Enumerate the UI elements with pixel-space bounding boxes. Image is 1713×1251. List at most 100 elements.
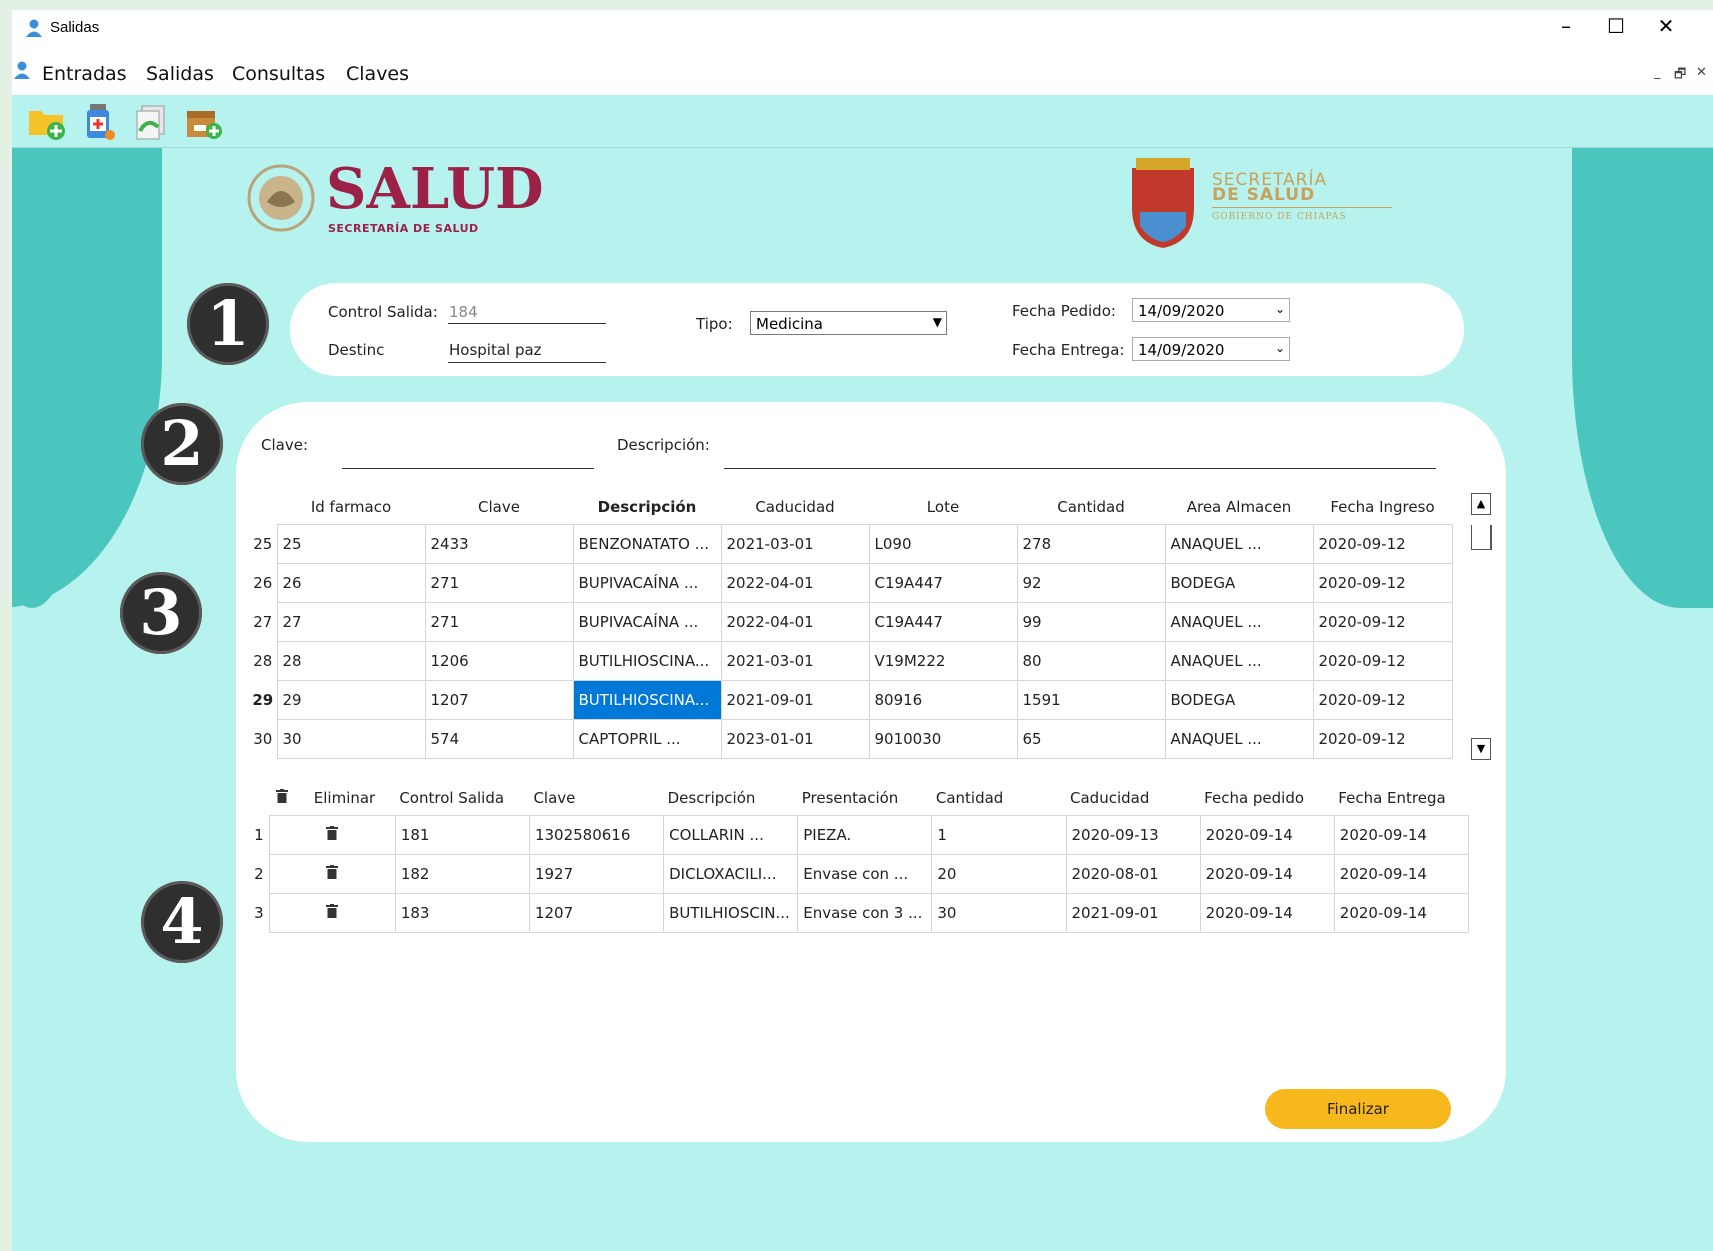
table-cell[interactable]: 2020-08-01: [1065, 854, 1201, 894]
column-header-control-salida[interactable]: Control Salida: [395, 781, 529, 816]
table-cell[interactable]: 80916: [868, 680, 1018, 720]
menu-claves[interactable]: Claves: [346, 63, 409, 85]
table-cell[interactable]: 27: [276, 602, 426, 642]
trash-icon[interactable]: [326, 904, 339, 922]
menu-entradas[interactable]: Entradas: [42, 63, 127, 85]
table-cell[interactable]: CAPTOPRIL ...: [572, 719, 722, 759]
mdi-restore-button[interactable]: 🗗: [1674, 65, 1686, 87]
row-number[interactable]: 29: [249, 681, 277, 720]
table-cell[interactable]: 2021-09-01: [720, 680, 870, 720]
table-cell[interactable]: 2023-01-01: [720, 719, 870, 759]
table-cell[interactable]: 2020-09-13: [1065, 815, 1201, 855]
table-row[interactable]: 2 182 1927 DICLOXACILI... Envase con ... 20 20…: [249, 854, 1470, 894]
row-number[interactable]: 27: [249, 603, 277, 642]
destino-input[interactable]: Hospital paz: [449, 341, 542, 359]
maximize-button[interactable]: ☐: [1591, 14, 1641, 38]
table-cell[interactable]: 2020-09-14: [1199, 854, 1335, 894]
table-cell[interactable]: 1927: [528, 854, 665, 894]
column-header-descripción[interactable]: Descripción: [664, 781, 798, 816]
row-number[interactable]: 26: [249, 564, 277, 603]
table-cell[interactable]: 30: [931, 893, 1067, 933]
table-cell[interactable]: V19M222: [868, 641, 1018, 681]
table-cell[interactable]: 2020-09-12: [1312, 602, 1453, 642]
table-row[interactable]: 25 25 2433 BENZONATATO ... 2021-03-01 L090 278…: [249, 524, 1453, 564]
table-row[interactable]: 1 181 1302580616 COLLARIN ... PIEZA. 1 2020-09…: [249, 815, 1470, 855]
table-cell[interactable]: 2021-09-01: [1065, 893, 1201, 933]
table-cell[interactable]: 271: [424, 563, 574, 603]
table-cell[interactable]: 181: [394, 815, 530, 855]
table-row[interactable]: 30 30 574 CAPTOPRIL ... 2023-01-01 9010030 65 A…: [249, 719, 1453, 759]
table-cell[interactable]: 2020-09-12: [1312, 563, 1453, 603]
table-cell[interactable]: 26: [276, 563, 426, 603]
delete-row-button[interactable]: [268, 893, 396, 933]
row-number[interactable]: 3: [249, 894, 269, 933]
fecha-entrega-datepicker[interactable]: 14/09/2020 ⌄: [1132, 337, 1290, 361]
column-header-eliminar[interactable]: Eliminar: [294, 781, 396, 816]
chevron-down-icon[interactable]: ⌄: [1275, 341, 1285, 355]
table-cell[interactable]: BUTILHIOSCINA...: [572, 641, 722, 681]
column-header-area-almacen[interactable]: Area Almacen: [1165, 490, 1313, 525]
column-header-clave[interactable]: Clave: [425, 490, 573, 525]
table-cell[interactable]: BODEGA: [1164, 563, 1314, 603]
table-cell[interactable]: 65: [1016, 719, 1166, 759]
box-add-icon[interactable]: [182, 101, 224, 143]
table-cell[interactable]: BODEGA: [1164, 680, 1314, 720]
column-header-id-farmaco[interactable]: Id farmaco: [277, 490, 425, 525]
medicine-bottle-icon[interactable]: [78, 101, 120, 143]
table-row[interactable]: 3 183 1207 BUTILHIOSCIN... Envase con 3 ... 3…: [249, 893, 1470, 933]
finalizar-button[interactable]: Finalizar: [1265, 1089, 1451, 1129]
table-cell[interactable]: BENZONATATO ...: [572, 524, 722, 564]
delete-row-button[interactable]: [268, 815, 396, 855]
column-header-caducidad[interactable]: Caducidad: [721, 490, 869, 525]
table-cell[interactable]: 20: [931, 854, 1067, 894]
table-cell[interactable]: 183: [394, 893, 530, 933]
table-cell[interactable]: 2020-09-12: [1312, 524, 1453, 564]
table-cell[interactable]: 2020-09-12: [1312, 680, 1453, 720]
table-cell[interactable]: 28: [276, 641, 426, 681]
column-header-caducidad[interactable]: Caducidad: [1066, 781, 1200, 816]
minimize-button[interactable]: –: [1541, 14, 1591, 38]
table-cell[interactable]: 2020-09-12: [1312, 719, 1453, 759]
table-cell[interactable]: BUPIVACAÍNA ...: [572, 602, 722, 642]
row-number[interactable]: 1: [249, 816, 269, 855]
table-cell[interactable]: ANAQUEL ...: [1164, 602, 1314, 642]
table-cell[interactable]: PIEZA.: [797, 815, 933, 855]
table-cell[interactable]: 2020-09-14: [1333, 893, 1470, 933]
table-cell[interactable]: 2020-09-14: [1199, 893, 1335, 933]
table-cell[interactable]: BUTILHIOSCINA...: [572, 680, 722, 720]
table-cell[interactable]: 2022-04-01: [720, 602, 870, 642]
trash-icon[interactable]: [326, 865, 339, 883]
salidas-table[interactable]: Eliminar Control Salida Clave Descripción Pr…: [249, 781, 1470, 933]
table-row[interactable]: 28 28 1206 BUTILHIOSCINA... 2021-03-01 V19M22…: [249, 641, 1453, 681]
mdi-minimize-button[interactable]: _: [1654, 65, 1661, 80]
menu-consultas[interactable]: Consultas: [232, 63, 325, 85]
table-cell[interactable]: 29: [276, 680, 426, 720]
table-cell[interactable]: C19A447: [868, 602, 1018, 642]
table-cell[interactable]: ANAQUEL ...: [1164, 524, 1314, 564]
tipo-select[interactable]: Medicina ▼: [750, 311, 947, 335]
table-cell[interactable]: 1207: [528, 893, 665, 933]
table-cell[interactable]: 1: [931, 815, 1067, 855]
table-row[interactable]: 26 26 271 BUPIVACAÍNA ... 2022-04-01 C19A447 9…: [249, 563, 1453, 603]
table-cell[interactable]: 278: [1016, 524, 1166, 564]
table-cell[interactable]: 1591: [1016, 680, 1166, 720]
table-cell[interactable]: 2021-03-01: [720, 524, 870, 564]
table-cell[interactable]: 25: [276, 524, 426, 564]
inventory-scrollbar[interactable]: ▲ ▼: [1471, 493, 1492, 760]
table-cell[interactable]: BUTILHIOSCIN...: [663, 893, 799, 933]
menu-salidas[interactable]: Salidas: [146, 63, 214, 85]
table-cell[interactable]: Envase con 3 ...: [797, 893, 933, 933]
table-cell[interactable]: 2433: [424, 524, 574, 564]
table-cell[interactable]: DICLOXACILI...: [663, 854, 799, 894]
row-number[interactable]: 25: [249, 525, 277, 564]
scroll-thumb[interactable]: [1471, 525, 1492, 550]
table-cell[interactable]: COLLARIN ...: [663, 815, 799, 855]
table-cell[interactable]: 2022-04-01: [720, 563, 870, 603]
scroll-up-icon[interactable]: ▲: [1471, 493, 1491, 515]
trash-icon[interactable]: [326, 826, 339, 844]
inventory-table[interactable]: Id farmaco Clave Descripción Caducidad Lote C…: [249, 490, 1453, 759]
close-button[interactable]: ✕: [1641, 14, 1691, 38]
table-cell[interactable]: 271: [424, 602, 574, 642]
folder-add-icon[interactable]: [26, 101, 68, 143]
table-cell[interactable]: ANAQUEL ...: [1164, 719, 1314, 759]
